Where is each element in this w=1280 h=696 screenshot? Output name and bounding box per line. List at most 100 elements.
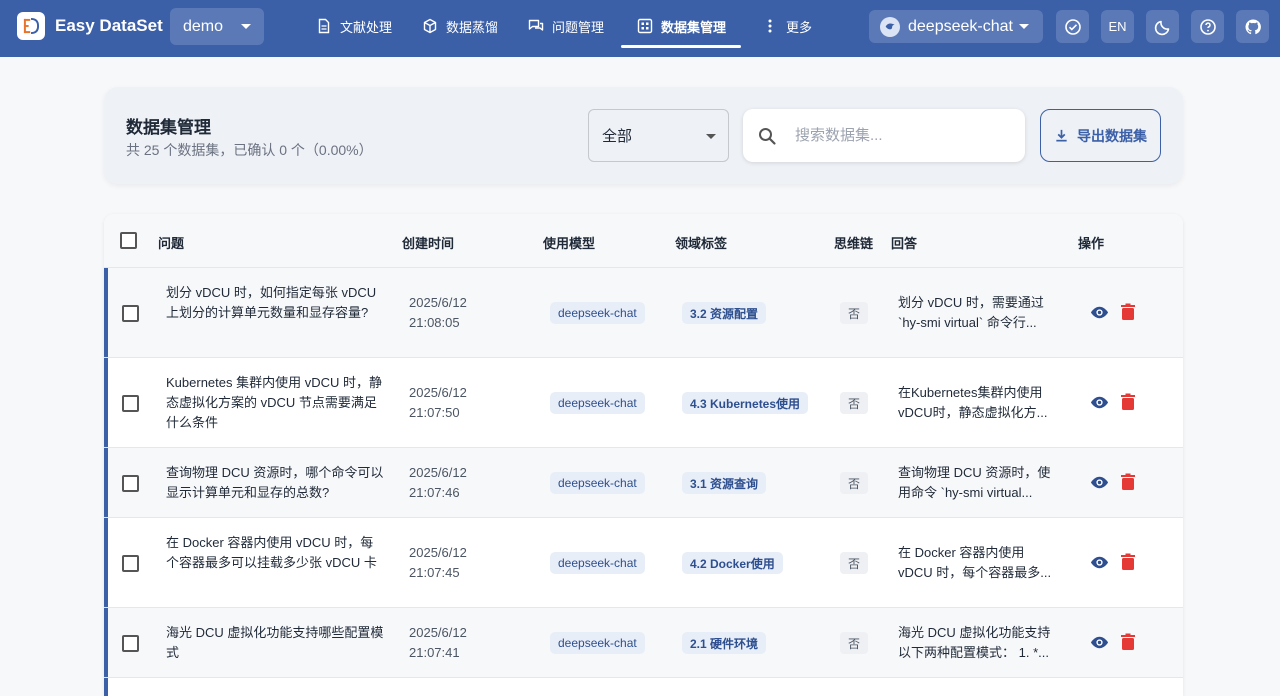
table-row[interactable]	[104, 678, 1183, 696]
model-chip: deepseek-chat	[550, 552, 645, 574]
cot-chip: 否	[840, 632, 868, 654]
export-button-label: 导出数据集	[1077, 127, 1147, 144]
task-check-button[interactable]	[1056, 10, 1089, 43]
row-question[interactable]: 划分 vDCU 时，如何指定每张 vDCU 上划分的计算单元数量和显存容量?	[166, 283, 386, 323]
row-created-time: 21:07:41	[409, 645, 460, 660]
view-eye-icon[interactable]	[1090, 303, 1109, 322]
nav-item-questions[interactable]: 问题管理	[528, 0, 604, 52]
grid-icon	[637, 18, 653, 34]
table-row[interactable]: 海光 DCU 虚拟化功能支持哪些配置模式 2025/6/12 21:07:41 …	[104, 608, 1183, 678]
column-header-question: 问题	[158, 236, 185, 251]
column-header-cot: 思维链	[834, 236, 874, 251]
column-header-created: 创建时间	[402, 236, 455, 251]
table-row[interactable]: 划分 vDCU 时，如何指定每张 vDCU 上划分的计算单元数量和显存容量? 2…	[104, 268, 1183, 358]
view-eye-icon[interactable]	[1090, 473, 1109, 492]
row-created-time: 21:08:05	[409, 315, 460, 330]
row-checkbox[interactable]	[122, 635, 139, 652]
top-app-bar: Easy DataSet demo 文献处理 数据蒸馏 问题管理 数据集管理 更…	[0, 0, 1280, 57]
delete-trash-icon[interactable]	[1120, 553, 1136, 571]
row-created-time: 21:07:46	[409, 485, 460, 500]
model-chip: deepseek-chat	[550, 632, 645, 654]
row-created-date: 2025/6/12	[409, 465, 467, 480]
delete-trash-icon[interactable]	[1120, 393, 1136, 411]
tag-chip: 4.3 Kubernetes使用	[682, 392, 809, 414]
page-title: 数据集管理	[126, 118, 211, 137]
nav-item-label: 问题管理	[552, 19, 605, 35]
model-provider-icon	[880, 16, 900, 37]
model-chip: deepseek-chat	[550, 472, 645, 494]
row-accent-bar	[104, 518, 108, 607]
github-button[interactable]	[1236, 10, 1269, 43]
help-button[interactable]	[1191, 10, 1224, 43]
row-answer: 划分 vDCU 时，需要通过 `hy-smi virtual` 命令行...	[898, 295, 1044, 330]
project-select-value: demo	[183, 17, 224, 35]
search-input[interactable]	[795, 127, 995, 144]
model-chip: deepseek-chat	[550, 302, 645, 324]
cube-icon	[423, 18, 437, 34]
row-created-date: 2025/6/12	[409, 385, 467, 400]
column-header-model: 使用模型	[543, 236, 596, 251]
column-header-answer: 回答	[891, 236, 918, 251]
search-box[interactable]	[743, 109, 1025, 162]
help-icon	[1199, 18, 1216, 35]
table-row[interactable]: Kubernetes 集群内使用 vDCU 时，静态虚拟化方案的 vDCU 节点…	[104, 358, 1183, 448]
view-eye-icon[interactable]	[1090, 393, 1109, 412]
model-select[interactable]: deepseek-chat	[869, 10, 1043, 43]
moon-icon	[1154, 20, 1169, 35]
delete-trash-icon[interactable]	[1120, 633, 1136, 651]
table-row[interactable]: 查询物理 DCU 资源时，哪个命令可以显示计算单元和显存的总数? 2025/6/…	[104, 448, 1183, 518]
row-checkbox[interactable]	[122, 395, 139, 412]
nav-item-label: 更多	[786, 19, 813, 35]
tag-chip: 3.1 资源查询	[682, 472, 767, 494]
row-question[interactable]: 在 Docker 容器内使用 vDCU 时，每个容器最多可以挂载多少张 vDCU…	[166, 533, 386, 573]
table-header: 问题 创建时间 使用模型 领域标签 思维链 回答 操作	[104, 214, 1183, 268]
row-checkbox[interactable]	[122, 305, 139, 322]
view-eye-icon[interactable]	[1090, 633, 1109, 652]
row-created-time: 21:07:50	[409, 405, 460, 420]
model-select-value: deepseek-chat	[908, 17, 1013, 35]
row-accent-bar	[104, 448, 108, 517]
select-all-checkbox[interactable]	[120, 232, 137, 249]
app-logo[interactable]	[17, 12, 45, 40]
table-row[interactable]: 在 Docker 容器内使用 vDCU 时，每个容器最多可以挂载多少张 vDCU…	[104, 518, 1183, 608]
document-icon	[318, 18, 330, 34]
theme-toggle-button[interactable]	[1146, 10, 1179, 43]
cot-chip: 否	[840, 392, 868, 414]
dataset-stats: 共 25 个数据集，已确认 0 个（0.00%）	[126, 142, 373, 158]
download-icon	[1056, 129, 1067, 142]
row-accent-bar	[104, 358, 108, 447]
project-select[interactable]: demo	[170, 8, 264, 45]
row-answer: 在Kubernetes集群内使用vDCU时，静态虚拟化方...	[898, 385, 1048, 420]
row-checkbox[interactable]	[122, 555, 139, 572]
more-vertical-icon	[768, 19, 772, 33]
model-chip: deepseek-chat	[550, 392, 645, 414]
view-eye-icon[interactable]	[1090, 553, 1109, 572]
nav-item-documents[interactable]: 文献处理	[316, 0, 392, 52]
row-question[interactable]: 海光 DCU 虚拟化功能支持哪些配置模式	[166, 623, 386, 663]
app-logo-icon	[23, 17, 40, 35]
nav-item-more[interactable]: 更多	[762, 0, 812, 52]
row-answer: 查询物理 DCU 资源时，使用命令 `hy-smi virtual...	[898, 465, 1051, 500]
active-tab-indicator	[621, 45, 741, 48]
row-question[interactable]: 查询物理 DCU 资源时，哪个命令可以显示计算单元和显存的总数?	[166, 463, 386, 503]
search-icon	[759, 127, 776, 145]
filter-select-value: 全部	[602, 128, 633, 145]
delete-trash-icon[interactable]	[1120, 303, 1136, 321]
delete-trash-icon[interactable]	[1120, 473, 1136, 491]
cot-chip: 否	[840, 472, 868, 494]
row-accent-bar	[104, 608, 108, 677]
check-circle-icon	[1064, 18, 1081, 35]
dataset-table: 问题 创建时间 使用模型 领域标签 思维链 回答 操作 划分 vDCU 时，如何…	[104, 214, 1183, 696]
row-created-date: 2025/6/12	[409, 545, 467, 560]
nav-item-distill[interactable]: 数据蒸馏	[422, 0, 498, 52]
export-dataset-button[interactable]: 导出数据集	[1040, 109, 1161, 162]
chat-icon	[528, 19, 544, 31]
row-answer: 在 Docker 容器内使用 vDCU 时，每个容器最多...	[898, 545, 1052, 580]
confirm-filter-select[interactable]: 全部	[588, 109, 729, 162]
row-question[interactable]: Kubernetes 集群内使用 vDCU 时，静态虚拟化方案的 vDCU 节点…	[166, 373, 386, 433]
nav-item-label: 数据蒸馏	[446, 19, 499, 35]
cot-chip: 否	[840, 302, 868, 324]
row-created-date: 2025/6/12	[409, 625, 467, 640]
row-checkbox[interactable]	[122, 475, 139, 492]
language-button[interactable]: EN	[1101, 10, 1134, 43]
